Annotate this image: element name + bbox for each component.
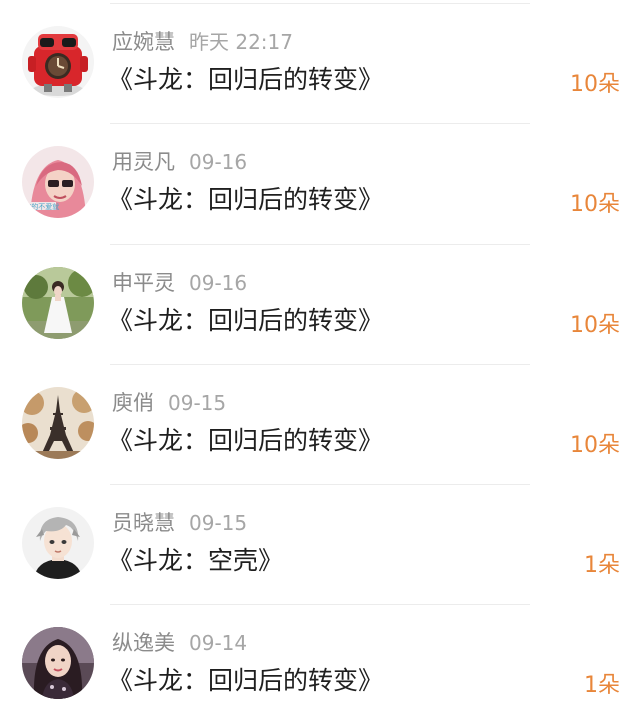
gift-count: 1朵	[584, 673, 620, 699]
user-name[interactable]: 用灵凡	[112, 150, 175, 174]
entry-meta: 庾俏 09-15	[112, 389, 226, 417]
book-title[interactable]: 《斗龙：回归后的转变》	[108, 62, 383, 98]
book-title[interactable]: 《斗龙：回归后的转变》	[108, 663, 383, 699]
gift-count: 1朵	[584, 553, 620, 579]
timestamp: 09-16	[189, 270, 248, 295]
user-name[interactable]: 纵逸美	[112, 631, 175, 655]
svg-text:"的不爱就: "的不爱就	[28, 202, 59, 211]
anime-boy-avatar[interactable]	[22, 507, 94, 580]
book-title[interactable]: 《斗龙：回归后的转变》	[108, 303, 383, 339]
list-item[interactable]: 应婉慧 昨天 22:17 《斗龙：回归后的转变》 10朵	[0, 4, 640, 125]
girl-white-dress-avatar[interactable]	[22, 266, 94, 339]
entry-meta: 用灵凡 09-16	[112, 148, 247, 176]
list-item[interactable]: "的不爱就 用灵凡 09-16 《斗龙：回归后的转变》 10朵	[0, 124, 640, 245]
woman-portrait-avatar[interactable]	[22, 627, 94, 700]
list-item[interactable]: 申平灵 09-16 《斗龙：回归后的转变》 10朵	[0, 245, 640, 366]
book-title[interactable]: 《斗龙：回归后的转变》	[108, 182, 383, 218]
entry-meta: 应婉慧 昨天 22:17	[112, 28, 293, 56]
timestamp: 09-15	[168, 390, 227, 415]
list-item[interactable]: 员晓慧 09-15 《斗龙：空壳》 1朵	[0, 485, 640, 606]
gift-record-list: 应婉慧 昨天 22:17 《斗龙：回归后的转变》 10朵 "的不爱就 用灵凡 09-…	[0, 4, 640, 726]
pink-hair-girl-avatar[interactable]: "的不爱就	[22, 146, 94, 219]
timestamp: 昨天 22:17	[189, 30, 293, 54]
timestamp: 09-14	[189, 631, 248, 656]
entry-meta: 员晓慧 09-15	[112, 509, 247, 537]
eiffel-tower-avatar[interactable]	[22, 386, 94, 459]
user-name[interactable]: 应婉慧	[112, 30, 175, 54]
gift-count: 10朵	[570, 72, 620, 97]
red-toy-robot-avatar[interactable]	[22, 26, 94, 98]
list-item[interactable]: 庾俏 09-15 《斗龙：回归后的转变》 10朵	[0, 365, 640, 486]
entry-meta: 纵逸美 09-14	[112, 629, 247, 657]
user-name[interactable]: 庾俏	[112, 391, 154, 415]
entry-meta: 申平灵 09-16	[112, 269, 247, 297]
timestamp: 09-16	[189, 150, 248, 175]
gift-count: 10朵	[570, 432, 620, 458]
timestamp: 09-15	[189, 511, 248, 536]
list-item[interactable]: 纵逸美 09-14 《斗龙：回归后的转变》 1朵	[0, 605, 640, 725]
gift-count: 10朵	[570, 192, 620, 218]
book-title[interactable]: 《斗龙：空壳》	[108, 543, 283, 579]
gift-count: 10朵	[570, 312, 620, 338]
user-name[interactable]: 员晓慧	[112, 511, 175, 535]
book-title[interactable]: 《斗龙：回归后的转变》	[108, 423, 383, 459]
user-name[interactable]: 申平灵	[112, 271, 175, 295]
